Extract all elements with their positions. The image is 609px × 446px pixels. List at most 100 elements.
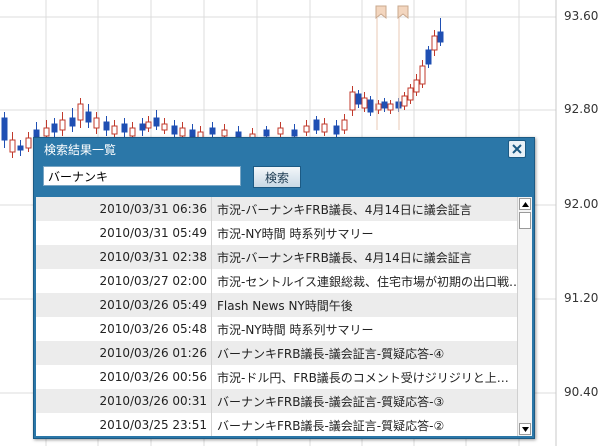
candle-body	[121, 123, 128, 133]
column-divider	[211, 365, 212, 389]
candle-body	[313, 119, 320, 131]
candle-body	[17, 145, 24, 151]
dialog-title: 検索結果一覧	[44, 143, 117, 157]
result-title: バーナンキFRB議長-議会証言-質疑応答-④	[217, 346, 445, 361]
price-label-3: 92.00	[564, 197, 599, 211]
candle-body	[153, 117, 160, 127]
result-title: 市況-バーナンキFRB議長、4月14日に議会証言	[217, 202, 472, 217]
scrollbar[interactable]	[517, 197, 532, 436]
candle-body	[209, 127, 216, 135]
candle-body	[407, 87, 414, 101]
candle-body	[333, 125, 340, 135]
result-row[interactable]: 2010/03/26 05:48 市況-NY時間 時系列サマリー	[36, 317, 520, 341]
candle-body	[349, 91, 356, 111]
candle-body	[355, 93, 362, 105]
candle-body	[43, 127, 50, 137]
result-title: Flash News NY時間午後	[217, 298, 353, 313]
result-date: 2010/03/27 02:00	[99, 274, 207, 288]
column-divider	[211, 413, 212, 436]
result-date: 2010/03/26 01:26	[99, 346, 207, 360]
result-date: 2010/03/31 05:49	[99, 226, 207, 240]
result-title: 市況-NY時間 時系列サマリー	[217, 322, 374, 337]
candle-body	[221, 129, 228, 137]
column-divider	[211, 221, 212, 245]
candle-body	[179, 127, 186, 137]
candle-body	[161, 123, 168, 131]
scroll-up-button[interactable]	[519, 198, 531, 210]
result-title: 市況-NY時間 時系列サマリー	[217, 226, 374, 241]
result-title: バーナンキFRB議長-議会証言-質疑応答-③	[217, 394, 445, 409]
candle-body	[291, 129, 298, 137]
candle-body	[139, 123, 146, 131]
column-divider	[211, 245, 212, 269]
result-date: 2010/03/31 02:38	[99, 250, 207, 264]
candle-body	[171, 125, 178, 135]
result-date: 2010/03/26 00:56	[99, 370, 207, 384]
results-list[interactable]: 2010/03/31 06:36 市況-バーナンキFRB議長、4月14日に議会証言…	[36, 197, 532, 436]
candle-body	[77, 103, 84, 121]
candle-body	[425, 49, 432, 65]
close-button[interactable]	[508, 140, 526, 158]
result-row[interactable]: 2010/03/31 06:36 市況-バーナンキFRB議長、4月14日に議会証言	[36, 197, 520, 221]
result-row[interactable]: 2010/03/25 23:51 バーナンキFRB議長-議会証言-質疑応答-②	[36, 413, 520, 436]
candle-body	[145, 121, 152, 129]
event-flag-icon	[397, 5, 409, 20]
candle-body	[367, 99, 374, 113]
candle-body	[431, 35, 438, 51]
candle-body	[419, 65, 426, 85]
candle-body	[69, 117, 76, 127]
arrow-down-icon	[521, 426, 529, 432]
scroll-down-button[interactable]	[519, 423, 531, 435]
result-row[interactable]: 2010/03/26 00:56 市況-ドル円、FRB議長のコメント受けジリジリと…	[36, 365, 520, 389]
candle-body	[381, 101, 388, 109]
candle-body	[321, 123, 328, 133]
result-row[interactable]: 2010/03/31 02:38 市況-バーナンキFRB議長、4月14日に議会証言	[36, 245, 520, 269]
candle-body	[25, 137, 32, 149]
candle-body	[361, 97, 368, 109]
candle-body	[111, 125, 118, 135]
candle-body	[129, 127, 136, 137]
column-divider	[211, 341, 212, 365]
result-title: バーナンキFRB議長-議会証言-質疑応答-②	[217, 418, 445, 433]
candle-body	[413, 79, 420, 93]
column-divider	[211, 317, 212, 341]
result-date: 2010/03/26 05:49	[99, 298, 207, 312]
scroll-thumb[interactable]	[519, 212, 531, 229]
result-row[interactable]: 2010/03/26 00:31 バーナンキFRB議長-議会証言-質疑応答-③	[36, 389, 520, 413]
price-label-4: 91.20	[564, 291, 599, 305]
column-divider	[211, 389, 212, 413]
result-row[interactable]: 2010/03/31 05:49 市況-NY時間 時系列サマリー	[36, 221, 520, 245]
event-flag-icon	[375, 5, 387, 20]
candle-body	[401, 95, 408, 107]
candle-body	[437, 31, 444, 43]
candle-body	[51, 123, 58, 133]
search-button[interactable]: 検索	[253, 166, 301, 188]
result-row[interactable]: 2010/03/26 01:26 バーナンキFRB議長-議会証言-質疑応答-④	[36, 341, 520, 365]
candle-body	[9, 139, 16, 153]
candle-body	[59, 119, 66, 131]
result-date: 2010/03/31 06:36	[99, 202, 207, 216]
close-icon	[512, 144, 522, 154]
column-divider	[211, 269, 212, 293]
candle-body	[263, 129, 270, 137]
result-title: 市況-バーナンキFRB議長、4月14日に議会証言	[217, 250, 472, 265]
search-input[interactable]	[43, 166, 241, 186]
candle-body	[277, 127, 284, 135]
result-row[interactable]: 2010/03/27 02:00 市況-セントルイス連銀総裁、住宅市場が初期の出口…	[36, 269, 520, 293]
candle-body	[387, 103, 394, 111]
result-date: 2010/03/26 00:31	[99, 394, 207, 408]
result-date: 2010/03/26 05:48	[99, 322, 207, 336]
candle-body	[103, 121, 110, 131]
candle-body	[93, 117, 100, 129]
candle-body	[341, 119, 348, 131]
column-divider	[211, 197, 212, 221]
result-date: 2010/03/25 23:51	[99, 418, 207, 432]
price-label-1: 93.60	[564, 9, 599, 23]
search-results-dialog: 検索結果一覧 検索 2010/03/31 06:36 市況-バーナンキFRB議長、…	[33, 137, 535, 439]
column-divider	[211, 293, 212, 317]
result-title: 市況-ドル円、FRB議長のコメント受けジリジリと上…	[217, 370, 509, 385]
result-row[interactable]: 2010/03/26 05:49 Flash News NY時間午後	[36, 293, 520, 317]
candle-body	[1, 117, 8, 141]
arrow-up-icon	[521, 201, 529, 207]
price-label-2: 92.80	[564, 102, 599, 116]
